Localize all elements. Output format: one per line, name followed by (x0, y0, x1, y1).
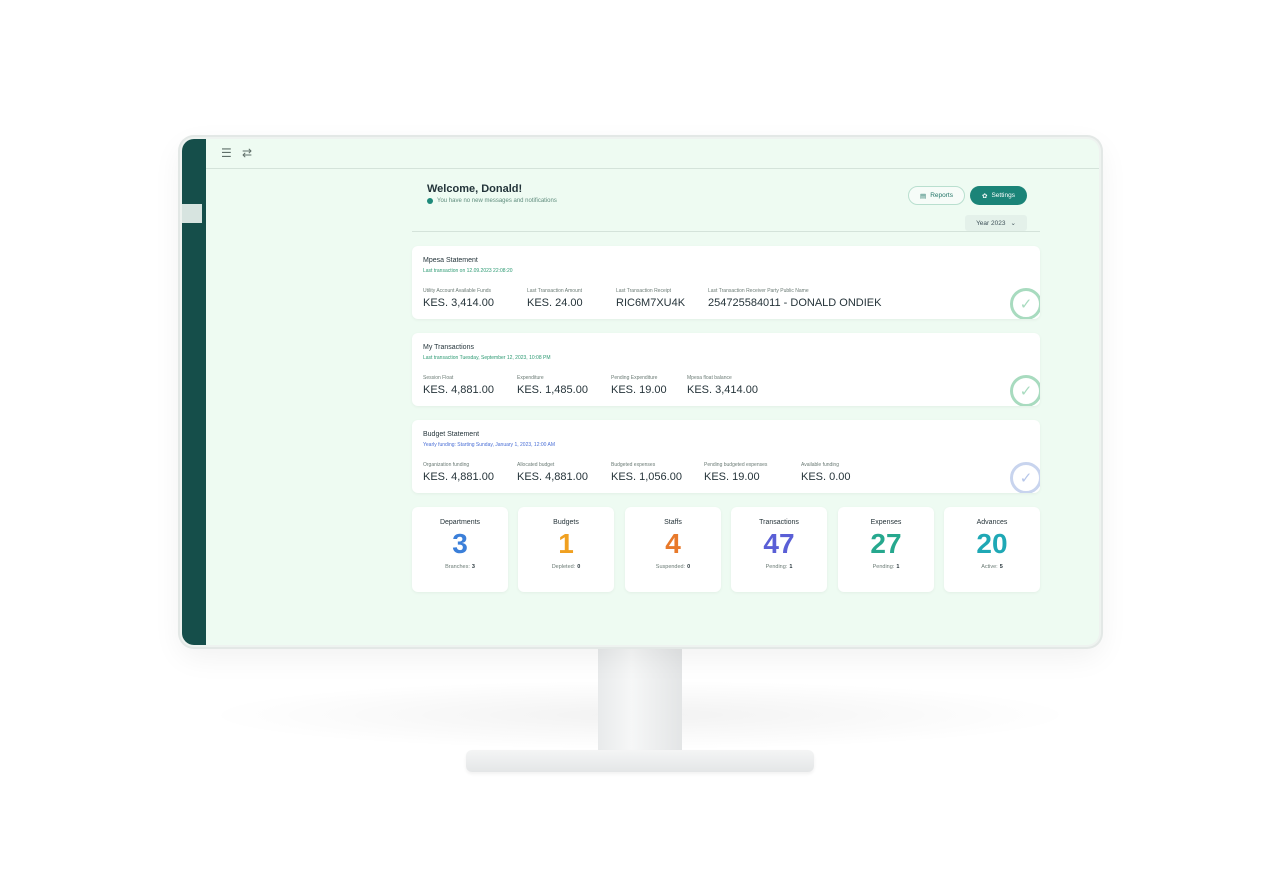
tile-number: 47 (763, 528, 795, 559)
card-subtitle: Last transaction on 12.09.2023 22:08:20 (423, 268, 513, 274)
mpesa-statement-card: Mpesa Statement Last transaction on 12.0… (412, 246, 1040, 319)
stat: Pending Expenditure KES. 19.00 (611, 375, 667, 396)
card-subtitle: Yearly funding: Starting Sunday, January… (423, 442, 556, 448)
stat: Pending budgeted expenses KES. 19.00 (704, 462, 768, 483)
menu-icon[interactable]: ☰ (221, 147, 232, 159)
stat: Budgeted expenses KES. 1,056.00 (611, 462, 682, 483)
topbar: ☰ ⇄ (206, 139, 1099, 169)
stat: Last Transaction Amount KES. 24.00 (527, 288, 583, 309)
notification-status: You have no new messages and notificatio… (427, 198, 557, 204)
stat: Available funding KES. 0.00 (801, 462, 851, 483)
check-icon: ✓ (1010, 375, 1040, 406)
year-value: Year 2023 (976, 219, 1006, 227)
tile-number: 3 (452, 528, 468, 559)
monitor-stand-neck (598, 648, 682, 758)
page-title: Welcome, Donald! (427, 183, 523, 195)
stat: Allocated budget KES. 4,881.00 (517, 462, 588, 483)
chevron-down-icon: ⌄ (1010, 220, 1016, 227)
gear-icon: ✿ (982, 192, 988, 200)
my-transactions-card: My Transactions Last transaction Tuesday… (412, 333, 1040, 406)
stat: Last Transaction Receipt RIC6M7XU4K (616, 288, 686, 309)
notification-text: You have no new messages and notificatio… (437, 198, 557, 204)
monitor-stand-base (466, 750, 814, 772)
settings-label: Settings (991, 192, 1015, 199)
tile-budgets[interactable]: Budgets 1 Depleted: 0 (518, 507, 614, 592)
tile-number: 4 (665, 528, 681, 559)
divider (412, 231, 1040, 232)
tile-number: 27 (870, 528, 902, 559)
tile-departments[interactable]: Departments 3 Branches: 3 (412, 507, 508, 592)
scene: ☰ ⇄ Welcome, Donald! You have no new mes… (0, 0, 1280, 896)
sidebar (182, 139, 206, 645)
card-subtitle: Last transaction Tuesday, September 12, … (423, 355, 551, 361)
tile-advances[interactable]: Advances 20 Active: 5 (944, 507, 1040, 592)
stat: Organization funding KES. 4,881.00 (423, 462, 494, 483)
document-icon: ▤ (920, 192, 927, 200)
stat: Mpesa float balance KES. 3,414.00 (687, 375, 758, 396)
reports-label: Reports (930, 192, 953, 199)
sidebar-tab[interactable] (182, 204, 202, 223)
tile-number: 1 (558, 528, 574, 559)
monitor: ☰ ⇄ Welcome, Donald! You have no new mes… (180, 137, 1101, 647)
stat: Last Transaction Receiver Party Public N… (708, 288, 882, 309)
reports-button[interactable]: ▤ Reports (908, 186, 965, 205)
tile-number: 20 (976, 528, 1008, 559)
card-title: Budget Statement (423, 431, 480, 438)
card-title: My Transactions (423, 344, 474, 351)
check-icon: ✓ (1010, 288, 1040, 319)
tile-transactions[interactable]: Transactions 47 Pending: 1 (731, 507, 827, 592)
tile-expenses[interactable]: Expenses 27 Pending: 1 (838, 507, 934, 592)
stat: Utility Account Available Funds KES. 3,41… (423, 288, 494, 309)
bell-icon (427, 198, 433, 204)
settings-button[interactable]: ✿ Settings (970, 186, 1027, 205)
year-select[interactable]: Year 2023 ⌄ (965, 215, 1027, 231)
tile-staffs[interactable]: Staffs 4 Suspended: 0 (625, 507, 721, 592)
stat: Expenditure KES. 1,485.00 (517, 375, 588, 396)
card-title: Mpesa Statement (423, 257, 478, 264)
budget-statement-card: Budget Statement Yearly funding: Startin… (412, 420, 1040, 493)
stat: Session Float KES. 4,881.00 (423, 375, 494, 396)
check-icon: ✓ (1010, 462, 1040, 493)
swap-icon[interactable]: ⇄ (242, 147, 252, 159)
dashboard-screen: ☰ ⇄ Welcome, Donald! You have no new mes… (182, 139, 1099, 645)
